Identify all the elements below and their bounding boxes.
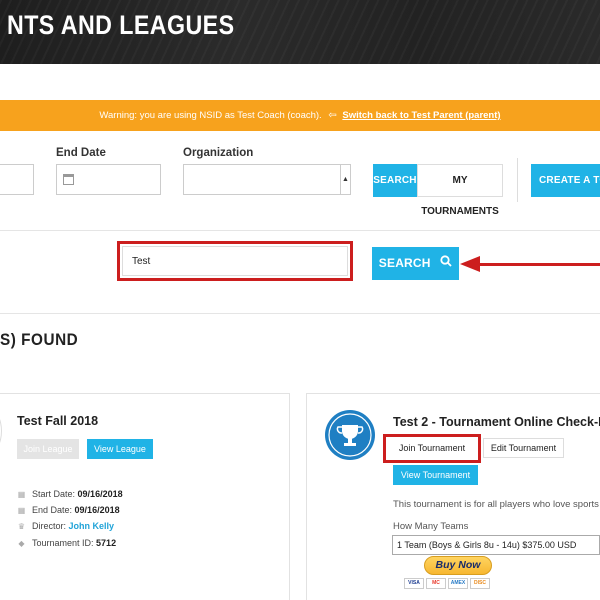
start-date-value: 09/16/2018: [77, 489, 123, 499]
end-date-row: ▦ End Date: 09/16/2018: [17, 505, 120, 515]
amex-icon: AMEX: [448, 578, 468, 589]
search-value: Test: [132, 256, 151, 267]
annotation-arrow-line: [478, 263, 600, 266]
calendar-icon: ▦: [17, 490, 26, 499]
tournament-id-label: Tournament ID:: [32, 538, 94, 548]
join-tournament-button[interactable]: Join Tournament: [383, 434, 481, 463]
view-tournament-button[interactable]: View Tournament: [393, 465, 478, 485]
edit-tournament-button[interactable]: Edit Tournament: [483, 438, 564, 458]
tournament-id-row: ◆ Tournament ID: 5712: [17, 538, 116, 548]
visa-icon: VISA: [404, 578, 424, 589]
tournament-description: This tournament is for all players who l…: [393, 499, 599, 510]
search-input[interactable]: Test: [117, 241, 353, 281]
warning-text: Warning: you are using NSID as Test Coac…: [99, 110, 322, 121]
organization-select[interactable]: ▲: [183, 164, 351, 195]
end-date-input[interactable]: [56, 164, 161, 195]
teams-selected-value: 1 Team (Boys & Girls 8u - 14u) $375.00 U…: [397, 540, 577, 550]
impersonation-warning: Warning: you are using NSID as Test Coac…: [0, 100, 600, 131]
trophy-icon: ♛: [17, 522, 26, 531]
teams-select[interactable]: 1 Team (Boys & Girls 8u - 14u) $375.00 U…: [392, 535, 600, 555]
director-link[interactable]: John Kelly: [69, 521, 115, 531]
trophy-icon: [325, 410, 375, 460]
view-league-button[interactable]: View League: [87, 439, 153, 459]
page-title: NTS AND LEAGUES: [7, 10, 235, 40]
discover-icon: DISC: [470, 578, 490, 589]
tag-icon: ◆: [18, 539, 25, 548]
chevron-down-icon: ▲: [340, 165, 350, 194]
buy-now-button[interactable]: Buy Now: [424, 556, 492, 575]
switch-back-link[interactable]: Switch back to Test Parent (parent): [342, 110, 500, 121]
start-date-label: Start Date:: [32, 489, 76, 499]
divider: [517, 158, 518, 202]
director-label: Director:: [32, 521, 67, 531]
league-title: Test Fall 2018: [17, 414, 99, 428]
filter-search-button[interactable]: SEARCH: [373, 164, 417, 197]
join-league-button[interactable]: Join League: [17, 439, 79, 459]
divider: [0, 313, 600, 314]
results-title: S) FOUND: [0, 330, 79, 349]
director-row: ♛ Director: John Kelly: [17, 521, 114, 531]
mastercard-icon: MC: [426, 578, 446, 589]
create-tournament-button[interactable]: CREATE A TOURN: [531, 164, 600, 197]
search-button[interactable]: SEARCH: [372, 247, 459, 280]
search-icon: [440, 247, 452, 280]
organization-label: Organization: [183, 147, 254, 159]
start-date-row: ▦ Start Date: 09/16/2018: [17, 489, 123, 499]
page-header: NTS AND LEAGUES: [0, 0, 600, 64]
end-date-label: End Date:: [32, 505, 73, 515]
payment-methods: VISA MC AMEX DISC: [404, 578, 490, 589]
start-date-input[interactable]: [0, 164, 34, 195]
calendar-icon: [63, 174, 74, 185]
join-tournament-label: Join Tournament: [398, 443, 466, 453]
tournament-id-value: 5712: [96, 538, 117, 548]
divider: [0, 230, 600, 231]
teams-label: How Many Teams: [393, 521, 469, 532]
annotation-arrow-head: [460, 256, 480, 272]
end-date-label: End Date: [56, 147, 106, 159]
sign-out-icon: ⇦: [328, 110, 337, 121]
tournament-title: Test 2 - Tournament Online Check-In: [393, 415, 600, 429]
search-button-label: SEARCH: [378, 256, 431, 270]
calendar-icon: ▦: [17, 506, 26, 515]
search-input-border: [122, 246, 348, 276]
end-date-value: 09/16/2018: [74, 505, 120, 515]
my-tournaments-button[interactable]: MY TOURNAMENTS: [417, 164, 503, 217]
